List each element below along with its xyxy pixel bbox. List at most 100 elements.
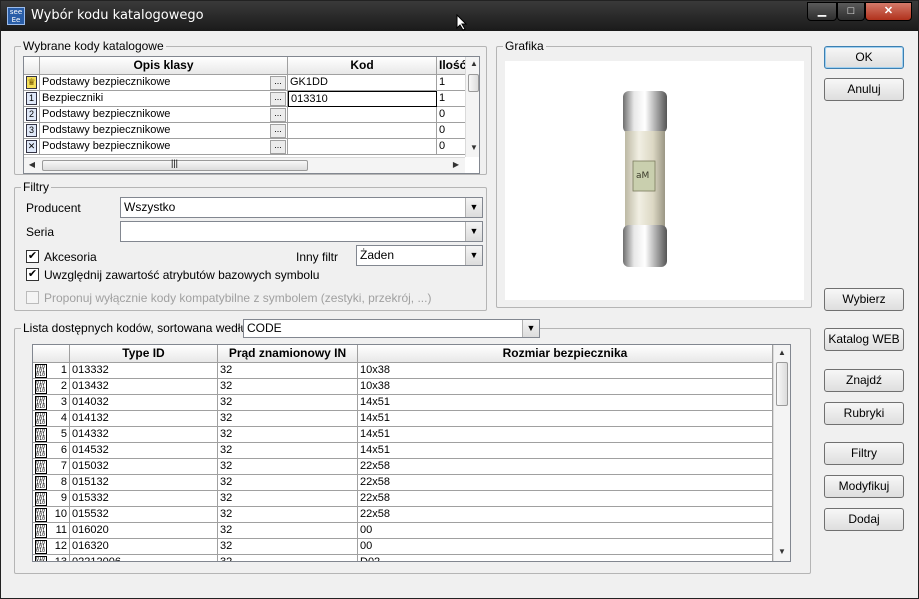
code-row-type-id[interactable]: 015532 <box>70 507 218 523</box>
code-row-rozmiar[interactable]: 10x38 <box>358 379 773 395</box>
column-header-rozmiar[interactable]: Rozmiar bezpiecznika <box>358 345 773 363</box>
selected-row-ilosc[interactable]: 0 <box>437 107 467 123</box>
add-button[interactable]: Dodaj <box>824 508 904 531</box>
series-select[interactable]: ▼ <box>120 221 483 242</box>
code-row-prad[interactable]: 32 <box>218 523 358 539</box>
code-row-prad[interactable]: 32 <box>218 363 358 379</box>
selected-row-ilosc[interactable]: 1 <box>437 75 467 91</box>
column-header-ilosc[interactable]: Ilość <box>437 57 467 75</box>
code-row-type-id[interactable]: 014132 <box>70 411 218 427</box>
chevron-down-icon[interactable]: ▼ <box>465 198 482 217</box>
code-row-prad[interactable]: 32 <box>218 395 358 411</box>
code-list-table[interactable]: Type ID Prąd znamionowy IN Rozmiar bezpi… <box>32 344 791 562</box>
row-header[interactable]: 010 101 010 13 <box>33 555 70 561</box>
selected-row-ilosc[interactable]: 1 <box>437 91 467 107</box>
code-row-rozmiar[interactable]: 22x58 <box>358 507 773 523</box>
compatible-only-checkbox[interactable] <box>26 291 39 304</box>
selected-row-kod[interactable] <box>288 107 437 123</box>
scroll-thumb[interactable] <box>776 362 788 406</box>
code-row-rozmiar[interactable]: D02 <box>358 555 773 561</box>
row-header[interactable]: 010 101 010 3 <box>33 395 70 411</box>
code-row-prad[interactable]: 32 <box>218 411 358 427</box>
row-header[interactable]: 010 101 010 8 <box>33 475 70 491</box>
hscroll-thumb[interactable]: ||| <box>42 158 308 171</box>
selected-codes-vscroll[interactable]: ▲ ▼ <box>465 57 479 157</box>
column-header-type-id[interactable]: Type ID <box>70 345 218 363</box>
code-row-type-id[interactable]: 014532 <box>70 443 218 459</box>
row-header[interactable]: 010 101 010 9 <box>33 491 70 507</box>
code-row-rozmiar[interactable]: 14x51 <box>358 395 773 411</box>
selected-row-ilosc[interactable]: 0 <box>437 139 467 155</box>
ellipsis-button[interactable]: ... <box>270 140 286 154</box>
ellipsis-button[interactable]: ... <box>270 108 286 122</box>
selected-row-marker[interactable]: 3 <box>24 123 40 139</box>
row-header[interactable]: 010 101 010 10 <box>33 507 70 523</box>
code-row-type-id[interactable]: 015132 <box>70 475 218 491</box>
code-row-type-id[interactable]: 02212006 <box>70 555 218 561</box>
selected-codes-hscroll[interactable]: ◀ ||| ▶ <box>24 157 465 173</box>
column-header-prad[interactable]: Prąd znamionowy IN <box>218 345 358 363</box>
choose-button[interactable]: Wybierz <box>824 288 904 311</box>
code-row-type-id[interactable]: 016020 <box>70 523 218 539</box>
code-row-type-id[interactable]: 014332 <box>70 427 218 443</box>
selected-row-opis[interactable]: Podstawy bezpiecznikowe <box>40 139 288 155</box>
accessories-label[interactable]: Akcesoria <box>44 250 97 264</box>
selected-row-marker[interactable]: ✕ <box>24 139 40 155</box>
scroll-thumb[interactable] <box>468 74 479 92</box>
code-row-type-id[interactable]: 013332 <box>70 363 218 379</box>
code-row-rozmiar[interactable]: 14x51 <box>358 427 773 443</box>
chevron-down-icon[interactable]: ▼ <box>522 320 539 337</box>
row-header[interactable]: 010 101 010 6 <box>33 443 70 459</box>
ellipsis-button[interactable]: ... <box>270 92 286 106</box>
selected-row-opis[interactable]: Podstawy bezpiecznikowe <box>40 75 288 91</box>
code-row-rozmiar[interactable]: 14x51 <box>358 443 773 459</box>
selected-row-kod[interactable] <box>288 123 437 139</box>
code-row-prad[interactable]: 32 <box>218 555 358 561</box>
ellipsis-button[interactable]: ... <box>270 76 286 90</box>
selected-row-kod[interactable]: 013310 <box>288 91 437 107</box>
code-row-type-id[interactable]: 015032 <box>70 459 218 475</box>
producer-select[interactable]: Wszystko ▼ <box>120 197 483 218</box>
app-icon[interactable]: see Ee <box>7 7 25 25</box>
code-row-prad[interactable]: 32 <box>218 379 358 395</box>
code-row-prad[interactable]: 32 <box>218 427 358 443</box>
find-button[interactable]: Znajdź <box>824 369 904 392</box>
row-header[interactable]: 010 101 010 7 <box>33 459 70 475</box>
scroll-left-icon[interactable]: ◀ <box>24 160 40 169</box>
other-filter-select[interactable]: Żaden ▼ <box>356 245 483 266</box>
selected-row-marker[interactable]: 1 <box>24 91 40 107</box>
code-row-prad[interactable]: 32 <box>218 459 358 475</box>
maximize-button[interactable]: □ <box>837 2 865 21</box>
code-row-rozmiar[interactable]: 10x38 <box>358 363 773 379</box>
scroll-up-icon[interactable]: ▲ <box>466 59 479 68</box>
close-button[interactable]: ✕ <box>865 2 912 21</box>
title-bar[interactable]: see Ee Wybór kodu katalogowego ▁ □ ✕ <box>1 1 918 31</box>
row-header[interactable]: 010 101 010 11 <box>33 523 70 539</box>
selected-row-opis[interactable]: Bezpieczniki <box>40 91 288 107</box>
row-header[interactable]: 010 101 010 4 <box>33 411 70 427</box>
column-header-opis-klasy[interactable]: Opis klasy <box>40 57 288 75</box>
headings-button[interactable]: Rubryki <box>824 402 904 425</box>
compatible-only-label[interactable]: Proponuj wyłącznie kody kompatybilne z s… <box>44 291 431 305</box>
cancel-button[interactable]: Anuluj <box>824 78 904 101</box>
selected-row-marker[interactable]: 2 <box>24 107 40 123</box>
row-header[interactable]: 010 101 010 1 <box>33 363 70 379</box>
selected-row-opis[interactable]: Podstawy bezpiecznikowe <box>40 107 288 123</box>
sort-select[interactable]: CODE ▼ <box>243 319 540 338</box>
code-row-prad[interactable]: 32 <box>218 491 358 507</box>
ellipsis-button[interactable]: ... <box>270 124 286 138</box>
web-catalog-button[interactable]: Katalog WEB <box>824 328 904 351</box>
accessories-checkbox[interactable]: ✔ <box>26 250 39 263</box>
code-row-rozmiar[interactable]: 22x58 <box>358 491 773 507</box>
filters-button[interactable]: Filtry <box>824 442 904 465</box>
selected-row-marker[interactable]: ♛ <box>24 75 40 91</box>
code-row-type-id[interactable]: 016320 <box>70 539 218 555</box>
code-row-rozmiar[interactable]: 00 <box>358 523 773 539</box>
scroll-down-icon[interactable]: ▼ <box>774 547 790 556</box>
minimize-button[interactable]: ▁ <box>807 2 837 21</box>
base-attributes-label[interactable]: Uwzględnij zawartość atrybutów bazowych … <box>44 268 319 282</box>
code-row-rozmiar[interactable]: 00 <box>358 539 773 555</box>
row-header[interactable]: 010 101 010 2 <box>33 379 70 395</box>
selected-row-kod[interactable] <box>288 139 437 155</box>
chevron-down-icon[interactable]: ▼ <box>465 246 482 265</box>
